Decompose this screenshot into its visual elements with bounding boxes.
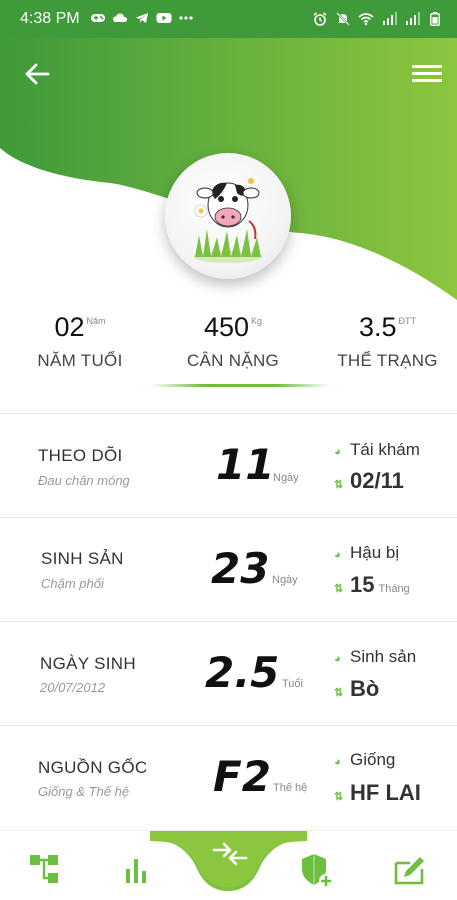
stat-label: THỂ TRẠNG: [337, 351, 438, 370]
cloud-icon: [112, 12, 128, 26]
repeat-icon: ⇅: [334, 583, 344, 595]
stat-value: 3.5: [358, 312, 397, 342]
row-subtitle: 20/07/2012: [40, 680, 106, 695]
row-birthdate[interactable]: NGÀY SINH 20/07/2012 2.5 Tuổi ◕ Sinh sản …: [0, 622, 457, 726]
row-title: THEO DÕI: [38, 446, 123, 465]
row-title: NGÀY SINH: [40, 654, 136, 673]
status-time: 4:38 PM: [20, 10, 80, 27]
more-notifications-icon: [178, 12, 194, 26]
leaf-icon: ◕: [334, 446, 341, 458]
row-big-value: 23: [211, 544, 270, 593]
back-button[interactable]: [20, 60, 54, 90]
row-subtitle: Giống & Thế hệ: [38, 784, 130, 799]
row-title: SINH SẢN: [41, 549, 124, 568]
nav-edit[interactable]: [392, 851, 432, 891]
game-controller-icon: [90, 12, 106, 26]
row-big-value: 2.5: [205, 648, 280, 697]
nav-health[interactable]: [296, 851, 336, 891]
signal-icon: [381, 12, 397, 26]
notification-icons: [90, 12, 194, 26]
stat-body-condition: 3.5 ĐTT THỂ TRẠNG: [330, 312, 445, 371]
row-big-value: F2: [213, 752, 271, 801]
alarm-icon: [312, 12, 328, 26]
nav-statistics[interactable]: [120, 851, 160, 891]
system-icons: [312, 12, 443, 26]
row-big-unit: Tuổi: [282, 678, 303, 690]
stats-underline: [150, 384, 330, 387]
shield-add-icon: [302, 854, 333, 888]
row-big-unit: Ngày: [273, 472, 299, 484]
row-title: NGUỒN GỐC: [38, 758, 148, 777]
cow-avatar-image: [194, 178, 262, 263]
nav-hierarchy[interactable]: [28, 851, 68, 891]
battery-icon: [427, 12, 443, 26]
repeat-icon: ⇅: [334, 791, 344, 803]
stat-value: 02: [54, 312, 85, 342]
row-right-value: 15: [350, 572, 375, 597]
status-bar: 4:38 PM: [0, 0, 457, 38]
stat-label: CÂN NẶNG: [186, 351, 280, 370]
row-subtitle: Chậm phối: [41, 576, 104, 591]
leaf-icon: ◕: [334, 549, 341, 561]
row-right-label: Sinh sản: [350, 647, 417, 666]
stat-age: 02 Năm NĂM TUỔI: [30, 312, 130, 371]
stat-weight: 450 Kg CÂN NẶNG: [178, 312, 288, 371]
row-right-label: Giống: [350, 750, 396, 769]
stat-unit: Kg: [251, 316, 263, 326]
hamburger-menu-icon: [412, 65, 442, 82]
stats-row: 02 Năm NĂM TUỔI 450 Kg CÂN NẶNG 3.5 ĐTT THỂ…: [0, 312, 457, 392]
hierarchy-icon: [30, 855, 58, 883]
youtube-icon: [156, 12, 172, 26]
row-origin[interactable]: NGUỒN GỐC Giống & Thế hệ F2 Thế hệ ◕ Giốn…: [0, 726, 457, 830]
telegram-icon: [134, 12, 150, 26]
signal-icon-2: [404, 12, 420, 26]
row-right-value: 02/11: [350, 468, 404, 493]
row-monitoring[interactable]: THEO DÕI Đau chân móng 11 Ngày ◕ Tái khám…: [0, 414, 457, 518]
compare-button[interactable]: [200, 832, 260, 884]
wifi-icon: [358, 12, 374, 26]
row-right-value: HF LAI: [350, 780, 421, 805]
row-right-label: Tái khám: [350, 440, 420, 459]
stat-label: NĂM TUỔI: [37, 351, 123, 370]
bar-chart-icon: [126, 859, 146, 883]
row-right-label: Hậu bị: [350, 543, 400, 562]
row-big-unit: Thế hệ: [273, 782, 308, 794]
stat-unit: Năm: [86, 316, 106, 326]
compare-arrows-icon: [212, 842, 248, 866]
repeat-icon: ⇅: [334, 479, 344, 491]
stat-unit: ĐTT: [398, 316, 417, 326]
stat-value: 450: [203, 312, 250, 342]
row-big-unit: Ngày: [272, 574, 298, 586]
row-big-value: 11: [216, 440, 275, 489]
leaf-icon: ◕: [334, 653, 341, 665]
row-subtitle: Đau chân móng: [38, 473, 130, 488]
avatar[interactable]: [165, 153, 291, 279]
row-right-value: Bò: [350, 676, 380, 701]
row-reproduction[interactable]: SINH SẢN Chậm phối 23 Ngày ◕ Hậu bị ⇅ 15 Th…: [0, 518, 457, 622]
repeat-icon: ⇅: [334, 687, 344, 699]
menu-button[interactable]: [412, 62, 442, 88]
arrow-left-icon: [25, 63, 50, 85]
row-right-unit: Tháng: [378, 583, 410, 595]
leaf-icon: ◕: [334, 756, 341, 768]
mute-icon: [335, 12, 351, 26]
edit-box-icon: [394, 857, 424, 885]
